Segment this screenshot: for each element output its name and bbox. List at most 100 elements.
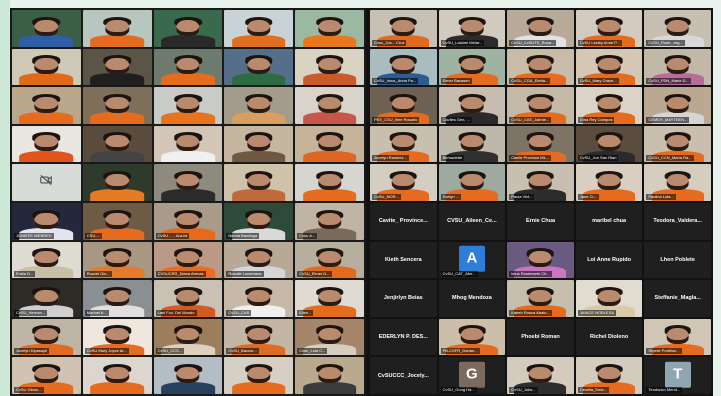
participant-video-tile[interactable] [224, 357, 294, 394]
participant-video-tile[interactable] [82, 125, 152, 163]
participant-video-tile[interactable]: Ellen... [295, 280, 364, 317]
participant-video-tile[interactable]: CvSU_CAS [224, 280, 294, 317]
participant-video-tile[interactable] [295, 357, 364, 394]
participant-video-tile[interactable]: CvSU_Rosh...erg... [644, 10, 711, 47]
participant-name-only-tile[interactable]: Steffanie_Magla... [644, 280, 711, 317]
participant-video-tile[interactable]: CvSU_FDN_Marie D... [644, 48, 711, 86]
participant-name-only-tile[interactable]: EDERLYN P. DES... [370, 318, 437, 356]
participant-name-only-tile[interactable]: CVSU_Aileen_Ce... [438, 202, 506, 240]
participant-video-tile[interactable]: CvSU - ... Ara-lid [153, 202, 223, 240]
participant-video-tile[interactable]: Caviles Gen, ... [438, 87, 506, 124]
participant-video-tile[interactable] [295, 87, 364, 124]
participant-video-tile[interactable]: CvSU_Bacoor... [224, 318, 294, 356]
participant-video-tile[interactable] [82, 87, 152, 124]
participant-name-only-tile[interactable]: Teodora_Valdera... [644, 202, 711, 240]
participant-video-tile[interactable]: CvSU_CGA_Eletta... [507, 48, 574, 86]
participant-video-tile[interactable]: Jane Cr... [575, 164, 643, 201]
participant-video-tile[interactable] [224, 10, 294, 47]
participant-video-tile[interactable] [12, 87, 81, 124]
participant-video-tile[interactable]: Gina Rey Campos [575, 87, 643, 124]
participant-video-tile[interactable] [153, 125, 223, 163]
participant-video-tile[interactable] [153, 164, 223, 201]
participant-video-tile[interactable] [12, 10, 81, 47]
participant-video-tile[interactable]: Cvsu_Jos... Cruz [370, 10, 437, 47]
participant-video-tile[interactable]: CvSU_CAS_Jaimie... [507, 87, 574, 124]
participant-video-tile[interactable]: CvSU_CCN_Maria Ra... [644, 125, 711, 163]
participant-video-tile[interactable]: Cvsu_Lola C... [295, 318, 364, 356]
participant-video-tile[interactable]: JONIEFE NIEBRES [12, 202, 81, 240]
participant-video-tile[interactable]: CvSU_CvSUTE_Rosa... [507, 10, 574, 47]
participant-name-only-tile[interactable]: Phoebi Roman [507, 318, 574, 356]
participant-video-tile[interactable] [224, 48, 294, 86]
participant-video-tile[interactable]: CSU-... [82, 202, 152, 240]
participant-name-only-tile[interactable]: CvSUCCC_Jocely... [370, 357, 437, 394]
participant-name-only-tile[interactable]: Cavite_ Province... [370, 202, 437, 240]
participant-video-tile[interactable]: CvSU_Jobs... [507, 357, 574, 394]
participant-video-tile[interactable]: Cavite Province ML... [507, 125, 574, 163]
participant-video-tile[interactable]: CvSU_Jun San Rian [575, 125, 643, 163]
participant-video-tile[interactable]: CvSU_Hernan... [12, 280, 81, 317]
participant-camera-off-tile[interactable] [12, 164, 81, 201]
participant-video-tile[interactable]: Paulina Lola... [644, 164, 711, 201]
participant-video-tile[interactable]: JANICE NOBLESA [575, 280, 643, 317]
participant-name-only-tile[interactable]: Lhen Poblete [644, 241, 711, 279]
participant-video-tile[interactable] [295, 125, 364, 163]
participant-avatar-tile[interactable]: T Teodorico Mend... [644, 357, 711, 394]
participant-video-tile[interactable] [82, 357, 152, 394]
participant-video-tile[interactable]: Fralia D... [12, 241, 81, 279]
participant-video-tile[interactable] [153, 10, 223, 47]
participant-name-only-tile[interactable]: Mhog Mendoza [438, 280, 506, 317]
participant-video-tile[interactable]: Jocelyn Dipasupil [12, 318, 81, 356]
participant-video-tile[interactable] [12, 125, 81, 163]
participant-video-tile[interactable] [295, 10, 364, 47]
participant-video-tile[interactable] [82, 48, 152, 86]
participant-video-tile[interactable]: Elmer Bacasen [438, 48, 506, 86]
participant-video-tile[interactable]: Ruzzel Gin... [82, 241, 152, 279]
participant-video-tile[interactable]: CvSU_Elmer D... [295, 241, 364, 279]
participant-video-tile[interactable]: imus Rosemarie Ch... [507, 241, 574, 279]
participant-video-tile[interactable]: CvSU Mary Joyce Ar... [82, 318, 152, 356]
participant-video-tile[interactable]: Lani Fco. Del Mundo [153, 280, 223, 317]
participant-video-tile[interactable] [224, 164, 294, 201]
participant-video-tile[interactable] [82, 10, 152, 47]
participant-video-tile[interactable]: Jocelyn Ramirez... [370, 125, 437, 163]
participant-video-tile[interactable]: Evelyn ... [438, 164, 506, 201]
participant-name-only-tile[interactable]: Richel Dioleno [575, 318, 643, 356]
participant-video-tile[interactable]: CvSU_Imus_Anna Pa... [370, 48, 437, 86]
participant-name-only-tile[interactable]: Jenjirlyn Beias [370, 280, 437, 317]
participant-name-only-tile[interactable]: Loi Anne Rupido [575, 241, 643, 279]
participant-video-tile[interactable]: PB-CSFR_Darian... [438, 318, 506, 356]
participant-video-tile[interactable] [295, 164, 364, 201]
participant-video-tile[interactable]: Stymie Portillon... [644, 318, 711, 356]
participant-video-tile[interactable] [153, 87, 223, 124]
participant-video-tile[interactable]: Kaireh Rosca Abalo... [507, 280, 574, 317]
participant-video-tile[interactable]: CvSU_CCS... [153, 318, 223, 356]
participant-video-tile[interactable] [12, 48, 81, 86]
participant-video-tile[interactable]: PEE_CSU_Ilme Rosario [370, 87, 437, 124]
participant-avatar-tile[interactable]: G CvSU_Gong Ha... [438, 357, 506, 394]
participant-video-tile[interactable]: CvSU_Mary Grace... [575, 48, 643, 86]
participant-video-tile[interactable] [153, 357, 223, 394]
participant-video-tile[interactable] [153, 48, 223, 86]
participant-name-only-tile[interactable]: Kieth Sencera [370, 241, 437, 279]
participant-video-tile[interactable] [82, 164, 152, 201]
participant-video-tile[interactable]: CEMDS_MAYTEEN... [644, 87, 711, 124]
participant-video-tile[interactable]: CvSU Lesley Anne P... [575, 10, 643, 47]
participant-video-tile[interactable]: Rosalie Laxamana [224, 241, 294, 279]
participant-video-tile[interactable] [295, 48, 364, 86]
participant-video-tile[interactable]: CvSU_NOR... [370, 164, 437, 201]
participant-video-tile[interactable]: Nemia Bardiaga [224, 202, 294, 240]
participant-avatar-tile[interactable]: A CvSU_CAT_Abe... [438, 241, 506, 279]
participant-video-tile[interactable]: Bernadette [438, 125, 506, 163]
participant-video-tile[interactable]: CVSUCRR_Diana Arenas [153, 241, 223, 279]
participant-video-tile[interactable] [224, 87, 294, 124]
participant-name-only-tile[interactable]: maribel chua [575, 202, 643, 240]
participant-video-tile[interactable]: CvSU_Lalaine Melar... [438, 10, 506, 47]
participant-video-tile[interactable]: Cecelia_Dela... [575, 357, 643, 394]
participant-video-tile[interactable]: Paula Vict... [507, 164, 574, 201]
participant-name-only-tile[interactable]: Ernie Chua [507, 202, 574, 240]
participant-video-tile[interactable] [224, 125, 294, 163]
participant-video-tile[interactable]: Marinel A... [82, 280, 152, 317]
participant-video-tile[interactable]: CvSU Gibon... [12, 357, 81, 394]
participant-video-tile[interactable]: Cvsu A... [295, 202, 364, 240]
